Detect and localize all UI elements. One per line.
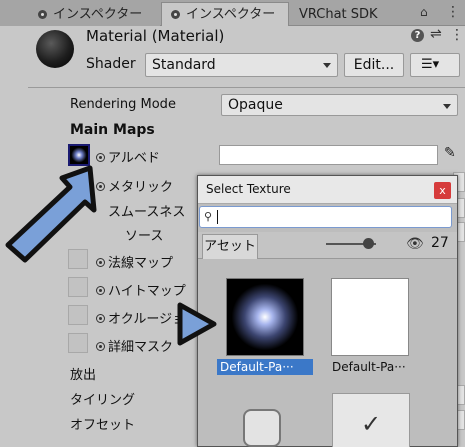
- dialog-title: Select Texture: [206, 182, 291, 196]
- smoothness-label: スムースネス: [108, 205, 186, 220]
- inspector-icon: [171, 10, 180, 19]
- height-map-text: ハイトマップ: [108, 284, 186, 299]
- tab-vrchat-sdk[interactable]: VRChat SDK: [299, 3, 378, 26]
- albedo-label[interactable]: アルベド: [96, 147, 160, 166]
- tab-assets[interactable]: アセット: [202, 234, 258, 259]
- texture-label-selected[interactable]: Default-Pa···: [217, 359, 313, 375]
- metallic-text: メタリック: [108, 180, 174, 195]
- dialog-titlebar[interactable]: Select Texture x: [198, 176, 457, 204]
- select-texture-dialog: Select Texture x ⚲ アセット 👁 27 Default-Pa·…: [197, 175, 458, 447]
- source-label: ソース: [125, 229, 164, 244]
- tab-bar: インスペクター インスペクター VRChat SDK ⌂ ⋮: [0, 0, 465, 26]
- texture-thumbnail-rounded[interactable]: [243, 409, 281, 447]
- tab-inspector-1[interactable]: インスペクター: [0, 3, 160, 26]
- material-title: Material (Material): [86, 27, 225, 45]
- occlusion-slot[interactable]: [68, 305, 88, 325]
- shader-dropdown[interactable]: Standard: [145, 53, 338, 77]
- rendering-mode-dropdown[interactable]: Opaque: [221, 94, 458, 116]
- detail-mask-label[interactable]: 詳細マスク: [96, 336, 173, 355]
- help-icon[interactable]: ?: [411, 29, 424, 42]
- inspector-window: インスペクター インスペクター VRChat SDK ⌂ ⋮ Material …: [0, 0, 465, 447]
- text-caret: [217, 210, 218, 224]
- rendering-mode-label: Rendering Mode: [70, 97, 176, 112]
- preset-icon[interactable]: ⇌: [430, 26, 442, 42]
- pointer-arrow-annotation: [5, 165, 97, 263]
- search-icon: ⚲: [204, 210, 213, 223]
- search-input[interactable]: ⚲: [199, 206, 452, 228]
- eyedropper-icon[interactable]: ✎: [444, 145, 456, 161]
- kebab-menu-icon[interactable]: ⋮: [446, 4, 460, 20]
- metallic-label[interactable]: メタリック: [96, 176, 173, 195]
- close-button[interactable]: x: [434, 182, 451, 199]
- tab-inspector-2[interactable]: インスペクター: [161, 2, 289, 26]
- offset-label: オフセット: [70, 418, 136, 433]
- slider-thumb[interactable]: [363, 238, 374, 249]
- tab-label: VRChat SDK: [299, 7, 378, 22]
- shader-label: Shader: [86, 56, 136, 72]
- material-preview-icon: [36, 30, 74, 68]
- texture-thumbnail-particle[interactable]: [226, 278, 304, 356]
- texture-thumbnail-checkmark[interactable]: ✓: [332, 393, 410, 447]
- rendering-mode-value: Opaque: [228, 97, 283, 113]
- play-arrow-annotation: [177, 302, 217, 346]
- tab-label: インスペクター: [186, 7, 276, 22]
- lock-icon[interactable]: ⌂: [420, 5, 432, 19]
- shader-value: Standard: [152, 57, 216, 73]
- object-picker-icon[interactable]: [96, 342, 105, 351]
- more-options-icon[interactable]: ⋮: [450, 27, 464, 43]
- texture-thumbnail-white[interactable]: [331, 278, 409, 356]
- shader-menu-button[interactable]: ☰▾: [410, 53, 460, 77]
- chevron-down-icon: [443, 104, 451, 109]
- object-picker-icon[interactable]: [96, 314, 105, 323]
- albedo-color-field[interactable]: [219, 145, 438, 165]
- checkmark-icon: ✓: [360, 410, 382, 438]
- tiling-label: タイリング: [70, 393, 136, 408]
- hidden-eye-icon[interactable]: 👁: [406, 236, 424, 252]
- tab-label: インスペクター: [53, 7, 143, 22]
- normal-map-label[interactable]: 法線マップ: [96, 252, 173, 271]
- height-map-slot[interactable]: [68, 277, 88, 297]
- albedo-text: アルベド: [108, 151, 160, 166]
- normal-map-text: 法線マップ: [108, 256, 174, 271]
- detail-mask-slot[interactable]: [68, 333, 88, 353]
- emission-label[interactable]: 放出: [70, 364, 96, 383]
- main-maps-heading: Main Maps: [70, 122, 155, 138]
- visible-count: 27: [431, 235, 449, 251]
- chevron-down-icon: [323, 63, 331, 68]
- edit-shader-button[interactable]: Edit...: [344, 53, 404, 77]
- height-map-label[interactable]: ハイトマップ: [96, 280, 186, 299]
- object-picker-icon[interactable]: [96, 286, 105, 295]
- inspector-icon: [38, 10, 47, 19]
- texture-label[interactable]: Default-Pa···: [329, 359, 409, 375]
- detail-mask-text: 詳細マスク: [108, 340, 174, 355]
- occlusion-label[interactable]: オクルージョ: [96, 308, 185, 327]
- header-divider: [28, 87, 465, 88]
- occlusion-text: オクルージョ: [108, 312, 186, 327]
